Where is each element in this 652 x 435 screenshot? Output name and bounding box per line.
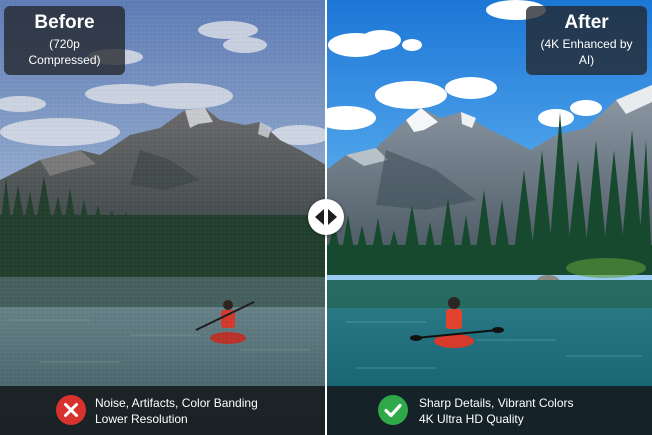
before-caption: Noise, Artifacts, Color Banding Lower Re… [0,386,325,435]
left-right-arrows-icon [315,209,337,225]
before-caption-line1: Noise, Artifacts, Color Banding [95,396,258,410]
after-subtitle: (4K Enhanced by AI) [540,37,633,67]
before-caption-line2: Lower Resolution [95,412,188,426]
before-subtitle: (720p Compressed) [28,37,101,67]
before-title: Before [34,12,95,33]
after-caption-line1: Sharp Details, Vibrant Colors [419,396,574,410]
slider-handle[interactable] [308,199,344,235]
before-label: Before (720p Compressed) [4,6,125,75]
after-caption-text: Sharp Details, Vibrant Colors 4K Ultra H… [419,395,574,427]
after-caption-line2: 4K Ultra HD Quality [419,412,524,426]
after-title: After [564,12,609,33]
after-label: After (4K Enhanced by AI) [526,6,647,75]
before-after-comparison: Before (720p Compressed) After (4K Enhan… [0,0,652,435]
x-circle-icon [56,395,86,425]
check-circle-icon [378,395,408,425]
before-caption-text: Noise, Artifacts, Color Banding Lower Re… [95,395,258,427]
after-caption: Sharp Details, Vibrant Colors 4K Ultra H… [327,386,652,435]
